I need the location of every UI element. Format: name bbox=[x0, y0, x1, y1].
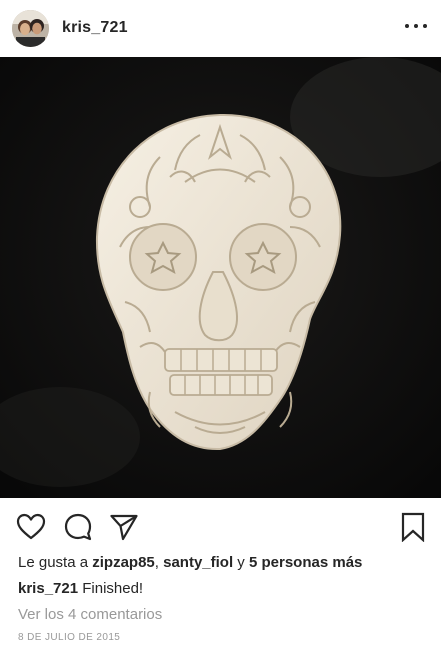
likes-others-link[interactable]: 5 personas más bbox=[249, 554, 362, 571]
post-header: kris_721 bbox=[0, 0, 441, 56]
heart-icon[interactable] bbox=[16, 512, 46, 542]
instagram-post: kris_721 Le gusta a zipzap85, santy_fiol… bbox=[0, 0, 441, 650]
avatar-image bbox=[12, 9, 49, 47]
liker-link-santy-fiol[interactable]: santy_fiol bbox=[163, 554, 233, 571]
comment-icon[interactable] bbox=[63, 512, 93, 542]
liker-link-zipzap85[interactable]: zipzap85 bbox=[92, 554, 155, 571]
caption-username[interactable]: kris_721 bbox=[18, 580, 78, 597]
likes-prefix: Le gusta a bbox=[18, 554, 93, 571]
caption-text: Finished! bbox=[78, 580, 144, 597]
more-options-icon[interactable] bbox=[405, 18, 427, 34]
post-username[interactable]: kris_721 bbox=[62, 19, 128, 37]
post-photo[interactable] bbox=[0, 57, 441, 498]
view-comments-link[interactable]: Ver los 4 comentarios bbox=[18, 606, 162, 623]
more-dot bbox=[423, 24, 427, 28]
sugar-skull-image bbox=[0, 57, 441, 498]
likes-separator: , bbox=[154, 554, 164, 571]
likes-summary: Le gusta a zipzap85, santy_fiol y 5 pers… bbox=[18, 554, 362, 571]
avatar[interactable] bbox=[12, 9, 49, 47]
post-date: 8 DE JULIO DE 2015 bbox=[18, 632, 121, 643]
likes-conjunction: y bbox=[233, 554, 249, 571]
send-icon[interactable] bbox=[109, 512, 139, 542]
post-caption: kris_721 Finished! bbox=[18, 580, 143, 597]
more-dot bbox=[405, 24, 409, 28]
action-bar bbox=[0, 498, 441, 550]
bookmark-icon[interactable] bbox=[398, 512, 428, 542]
more-dot bbox=[414, 24, 418, 28]
